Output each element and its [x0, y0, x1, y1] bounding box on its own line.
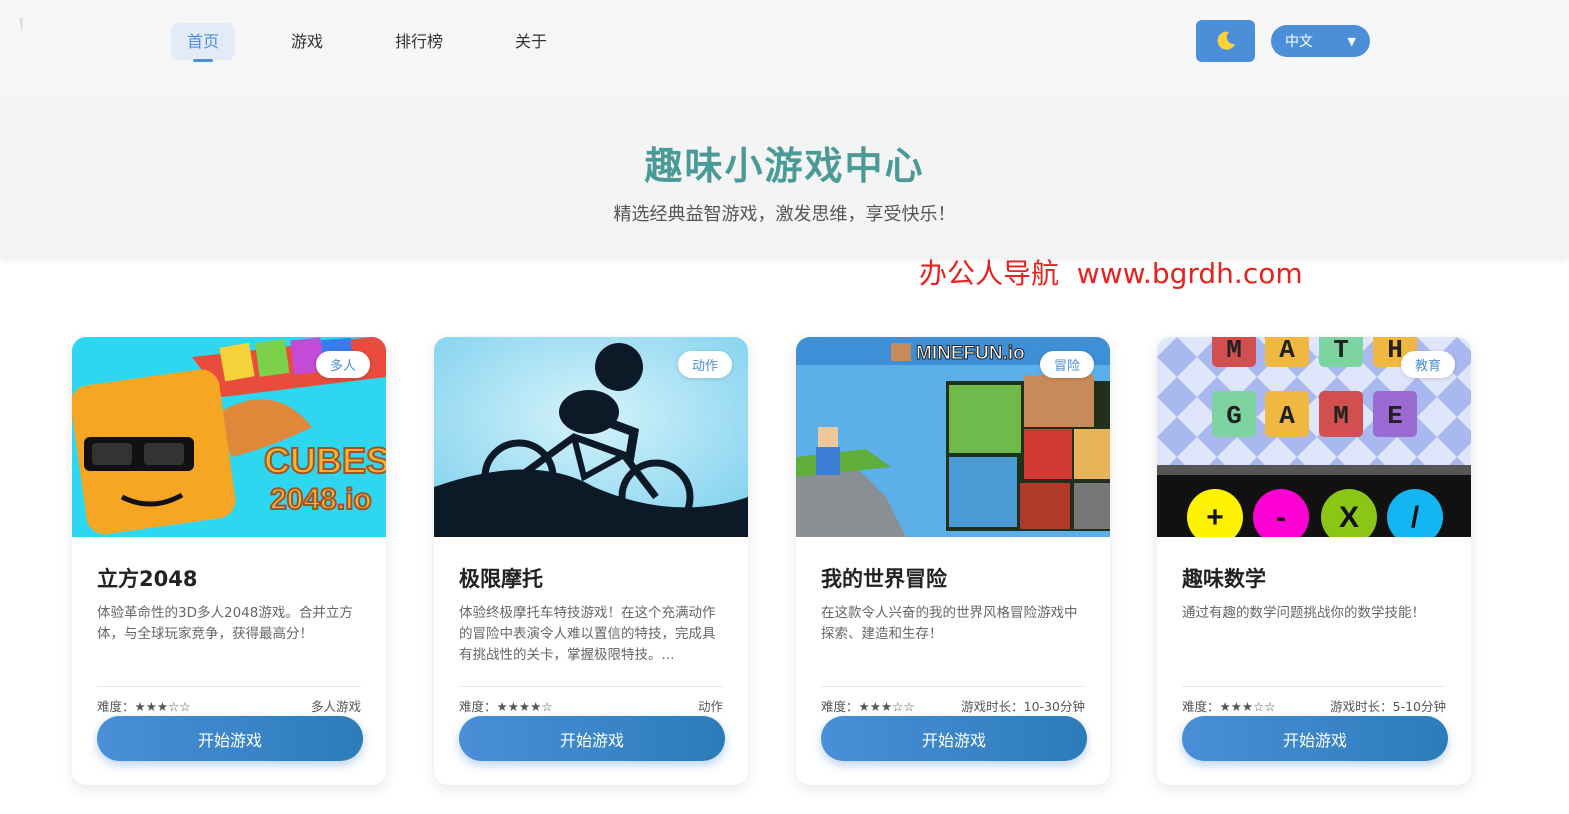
divider [459, 686, 723, 687]
game-card-cubes: CUBES 2048.io 多人 立方2048 体验革命性的3D多人2048游戏… [72, 337, 386, 785]
thumb-title-text: CUBES [264, 440, 386, 481]
card-description: 通过有趣的数学问题挑战你的数学技能！ [1182, 605, 1425, 621]
card-title: 立方2048 [97, 567, 198, 591]
start-game-button[interactable]: 开始游戏 [97, 716, 363, 761]
language-select[interactable]: 中文 ▼ [1271, 25, 1370, 57]
page-subtitle: 精选经典益智游戏，激发思维，享受快乐！ [613, 204, 956, 225]
svg-text:E: E [1387, 401, 1403, 431]
main-nav: 首页 游戏 排行榜 关于 [171, 23, 603, 62]
theme-toggle-button[interactable] [1196, 20, 1255, 62]
watermark-text: 办公人导航 www.bgrdh.com [919, 257, 1303, 290]
card-title: 趣味数学 [1182, 567, 1266, 591]
category-badge: 教育 [1400, 351, 1455, 378]
difficulty-rating: 难度：★★★★☆ [459, 699, 553, 714]
svg-text:2048.io: 2048.io [270, 483, 372, 516]
svg-text:T: T [1333, 337, 1349, 365]
difficulty-rating: 难度：★★★☆☆ [821, 699, 915, 714]
svg-text:X: X [1339, 501, 1359, 534]
card-title: 我的世界冒险 [821, 567, 947, 591]
nav-item-about[interactable]: 关于 [499, 23, 563, 60]
card-title: 极限摩托 [459, 567, 543, 591]
page-title: 趣味小游戏中心 [644, 144, 925, 188]
hero-section: 趣味小游戏中心 精选经典益智游戏，激发思维，享受快乐！ [0, 99, 1569, 257]
category-badge: 动作 [677, 351, 732, 378]
difficulty-rating: 难度：★★★☆☆ [1182, 699, 1276, 714]
card-description: 体验革命性的3D多人2048游戏。合并立方体，与全球玩家竞争，获得最高分！ [97, 605, 353, 642]
svg-text:/: / [1411, 501, 1420, 534]
nav-item-games[interactable]: 游戏 [275, 23, 339, 60]
svg-text:MINEFUN.io: MINEFUN.io [916, 343, 1025, 364]
game-meta: 游戏时长：5-10分钟 [1330, 699, 1446, 714]
start-game-button[interactable]: 开始游戏 [459, 716, 725, 761]
divider [1182, 686, 1446, 687]
logo-icon [19, 18, 23, 32]
svg-text:+: + [1206, 501, 1224, 534]
game-card-math: MATH GAME + - X / 教育 趣味数学 通过有趣的数学问题挑战你的数学技能… [1157, 337, 1471, 785]
divider [821, 686, 1085, 687]
start-game-button[interactable]: 开始游戏 [821, 716, 1087, 761]
svg-text:M: M [1226, 337, 1242, 365]
chevron-down-icon: ▼ [1347, 34, 1356, 48]
svg-text:G: G [1226, 401, 1242, 431]
svg-text:M: M [1333, 401, 1349, 431]
divider [97, 686, 361, 687]
card-description: 在这款令人兴奋的我的世界风格冒险游戏中探索、建造和生存！ [821, 605, 1078, 642]
card-description: 体验终极摩托车特技游戏！在这个充满动作的冒险中表演令人难以置信的特技，完成具有挑… [459, 605, 716, 663]
game-card-moto: 动作 极限摩托 体验终极摩托车特技游戏！在这个充满动作的冒险中表演令人难以置信的… [434, 337, 748, 785]
category-badge: 冒险 [1039, 351, 1094, 378]
top-navbar: 首页 游戏 排行榜 关于 中文 ▼ [0, 0, 1569, 99]
nav-item-leaderboard[interactable]: 排行榜 [379, 23, 459, 60]
language-select-value: 中文 [1285, 34, 1313, 50]
difficulty-rating: 难度：★★★☆☆ [97, 699, 191, 714]
start-game-button[interactable]: 开始游戏 [1182, 716, 1448, 761]
category-badge: 多人 [315, 351, 370, 378]
moon-icon [1217, 31, 1235, 50]
game-meta: 动作 [697, 699, 723, 714]
svg-text:A: A [1279, 401, 1295, 431]
nav-item-home[interactable]: 首页 [171, 23, 236, 62]
game-card-minecraft: MINEFUN.io 冒险 我的世界冒险 在这款令人兴奋的我的世界风格冒险游戏中… [796, 337, 1110, 785]
svg-text:A: A [1279, 337, 1295, 365]
game-meta: 多人游戏 [310, 699, 361, 714]
game-meta: 游戏时长：10-30分钟 [961, 699, 1085, 714]
svg-text:-: - [1276, 501, 1286, 534]
